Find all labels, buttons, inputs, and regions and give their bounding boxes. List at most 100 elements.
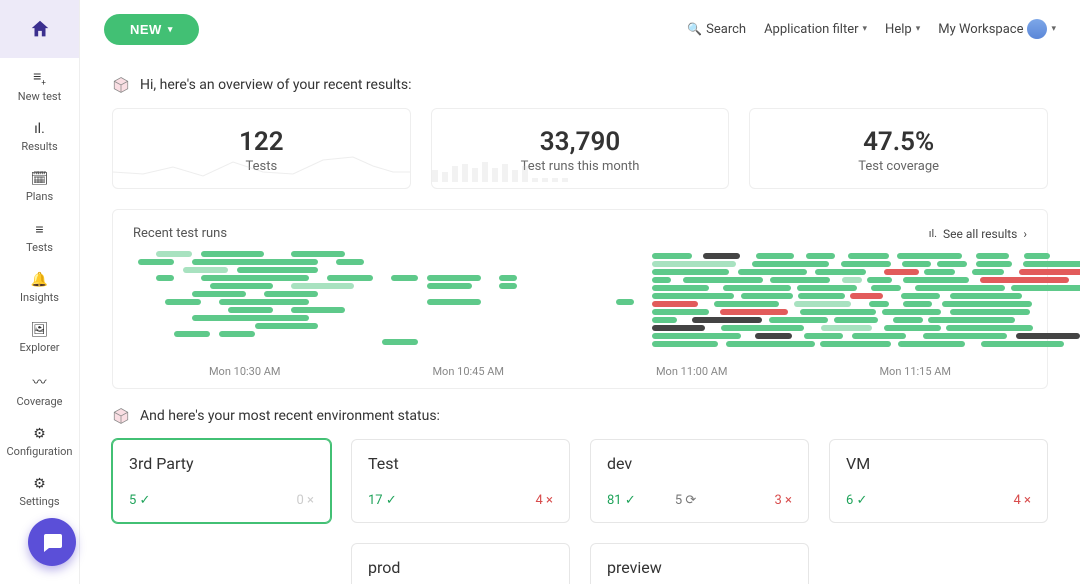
test-run-bar[interactable] bbox=[382, 339, 418, 345]
test-run-bar[interactable] bbox=[942, 301, 1032, 307]
test-run-bar[interactable] bbox=[499, 275, 517, 281]
test-run-bar[interactable] bbox=[683, 277, 763, 283]
test-run-bar[interactable] bbox=[652, 269, 729, 275]
test-run-bar[interactable] bbox=[901, 293, 940, 299]
test-run-bar[interactable] bbox=[652, 341, 718, 347]
sidebar-item-explorer[interactable]: 🖼 Explorer bbox=[0, 312, 79, 362]
test-run-bar[interactable] bbox=[183, 267, 228, 273]
test-run-bar[interactable] bbox=[720, 309, 788, 315]
test-run-bar[interactable] bbox=[976, 253, 1009, 259]
test-run-bar[interactable] bbox=[652, 317, 677, 323]
see-all-results-link[interactable]: ıl. See all results › bbox=[929, 227, 1027, 241]
test-run-bar[interactable] bbox=[752, 261, 829, 267]
test-run-bar[interactable] bbox=[721, 325, 805, 331]
test-run-bar[interactable] bbox=[980, 277, 1069, 283]
test-run-bar[interactable] bbox=[1024, 253, 1050, 259]
test-run-bar[interactable] bbox=[156, 275, 174, 281]
workspace-dropdown[interactable]: My Workspace ▾ bbox=[938, 19, 1056, 39]
test-run-bar[interactable] bbox=[652, 333, 741, 339]
test-run-bar[interactable] bbox=[903, 277, 969, 283]
stat-card-runs[interactable]: 33,790 Test runs this month bbox=[431, 108, 730, 189]
test-run-bar[interactable] bbox=[821, 325, 873, 331]
test-run-bar[interactable] bbox=[201, 251, 264, 257]
test-run-bar[interactable] bbox=[652, 253, 692, 259]
test-run-bar[interactable] bbox=[156, 251, 192, 257]
env-card[interactable]: prod 40 ✓ 1 ⟳ 0 × bbox=[351, 543, 570, 584]
test-run-bar[interactable] bbox=[1019, 269, 1080, 275]
test-run-bar[interactable] bbox=[797, 285, 856, 291]
stat-card-coverage[interactable]: 47.5% Test coverage bbox=[749, 108, 1048, 189]
test-run-bar[interactable] bbox=[336, 259, 363, 265]
test-run-bar[interactable] bbox=[850, 293, 883, 299]
test-run-bar[interactable] bbox=[898, 341, 965, 347]
test-run-bar[interactable] bbox=[192, 259, 318, 265]
test-run-bar[interactable] bbox=[1011, 285, 1080, 291]
test-run-bar[interactable] bbox=[165, 299, 201, 305]
test-run-bar[interactable] bbox=[869, 301, 889, 307]
test-run-bar[interactable] bbox=[882, 309, 941, 315]
env-card[interactable]: dev 81 ✓ 5 ⟳ 3 × bbox=[590, 439, 809, 523]
application-filter-dropdown[interactable]: Application filter ▾ bbox=[764, 22, 867, 37]
test-run-bar[interactable] bbox=[1016, 333, 1080, 339]
test-run-bar[interactable] bbox=[291, 251, 345, 257]
sidebar-item-plans[interactable]: 🗓 Plans bbox=[0, 161, 79, 211]
sidebar-item-insights[interactable]: 🔔 Insights bbox=[0, 262, 79, 312]
test-run-bar[interactable] bbox=[769, 317, 827, 323]
test-run-bar[interactable] bbox=[427, 275, 481, 281]
test-run-bar[interactable] bbox=[950, 293, 1022, 299]
test-run-bar[interactable] bbox=[976, 261, 1013, 267]
test-run-bar[interactable] bbox=[201, 275, 309, 281]
test-run-bar[interactable] bbox=[726, 341, 815, 347]
test-run-bar[interactable] bbox=[391, 275, 418, 281]
test-run-bar[interactable] bbox=[723, 285, 792, 291]
test-run-bar[interactable] bbox=[738, 269, 807, 275]
new-button[interactable]: NEW ▾ bbox=[104, 14, 199, 45]
test-run-bar[interactable] bbox=[692, 317, 762, 323]
test-run-bar[interactable] bbox=[884, 269, 920, 275]
test-run-bar[interactable] bbox=[652, 285, 709, 291]
test-run-bar[interactable] bbox=[192, 291, 246, 297]
test-run-bar[interactable] bbox=[703, 253, 740, 259]
test-run-bar[interactable] bbox=[427, 283, 472, 289]
test-run-bar[interactable] bbox=[848, 253, 890, 259]
help-dropdown[interactable]: Help ▾ bbox=[885, 22, 920, 37]
test-run-bar[interactable] bbox=[291, 283, 354, 289]
test-run-bar[interactable] bbox=[652, 293, 734, 299]
test-run-bar[interactable] bbox=[255, 323, 318, 329]
test-run-bar[interactable] bbox=[841, 261, 891, 267]
test-run-bar[interactable] bbox=[867, 277, 892, 283]
test-run-bar[interactable] bbox=[652, 301, 698, 307]
test-run-bar[interactable] bbox=[815, 269, 866, 275]
test-run-bar[interactable] bbox=[327, 275, 372, 281]
test-run-bar[interactable] bbox=[652, 325, 705, 331]
test-run-bar[interactable] bbox=[946, 325, 1033, 331]
test-run-bar[interactable] bbox=[237, 267, 318, 273]
test-run-bar[interactable] bbox=[806, 253, 835, 259]
test-run-bar[interactable] bbox=[714, 301, 779, 307]
test-run-bar[interactable] bbox=[192, 315, 309, 321]
test-run-bar[interactable] bbox=[770, 277, 830, 283]
sidebar-item-configuration[interactable]: ⚙ Configuration bbox=[0, 416, 79, 466]
sidebar-item-settings[interactable]: ⚙ Settings bbox=[0, 466, 79, 516]
test-run-bar[interactable] bbox=[852, 333, 906, 339]
sidebar-item-new-test[interactable]: ≡+ New test bbox=[0, 58, 79, 111]
test-run-bar[interactable] bbox=[174, 331, 210, 337]
test-run-bar[interactable] bbox=[291, 307, 345, 313]
chat-widget-button[interactable] bbox=[28, 518, 76, 566]
test-run-bar[interactable] bbox=[756, 253, 795, 259]
test-run-bar[interactable] bbox=[616, 299, 634, 305]
test-run-bar[interactable] bbox=[652, 309, 709, 315]
test-run-bar[interactable] bbox=[800, 309, 876, 315]
search-link[interactable]: 🔍 Search bbox=[687, 22, 746, 37]
test-run-bar[interactable] bbox=[924, 269, 954, 275]
test-run-bar[interactable] bbox=[219, 299, 309, 305]
test-run-bar[interactable] bbox=[138, 259, 174, 265]
env-card[interactable]: Test 17 ✓ 4 × bbox=[351, 439, 570, 523]
test-run-bar[interactable] bbox=[902, 261, 930, 267]
test-run-bar[interactable] bbox=[903, 301, 932, 307]
test-run-bar[interactable] bbox=[1023, 261, 1080, 267]
test-run-bar[interactable] bbox=[893, 317, 924, 323]
test-run-bar[interactable] bbox=[928, 317, 1015, 323]
test-run-bar[interactable] bbox=[228, 307, 273, 313]
sidebar-item-coverage[interactable]: 〰 Coverage bbox=[0, 362, 79, 416]
